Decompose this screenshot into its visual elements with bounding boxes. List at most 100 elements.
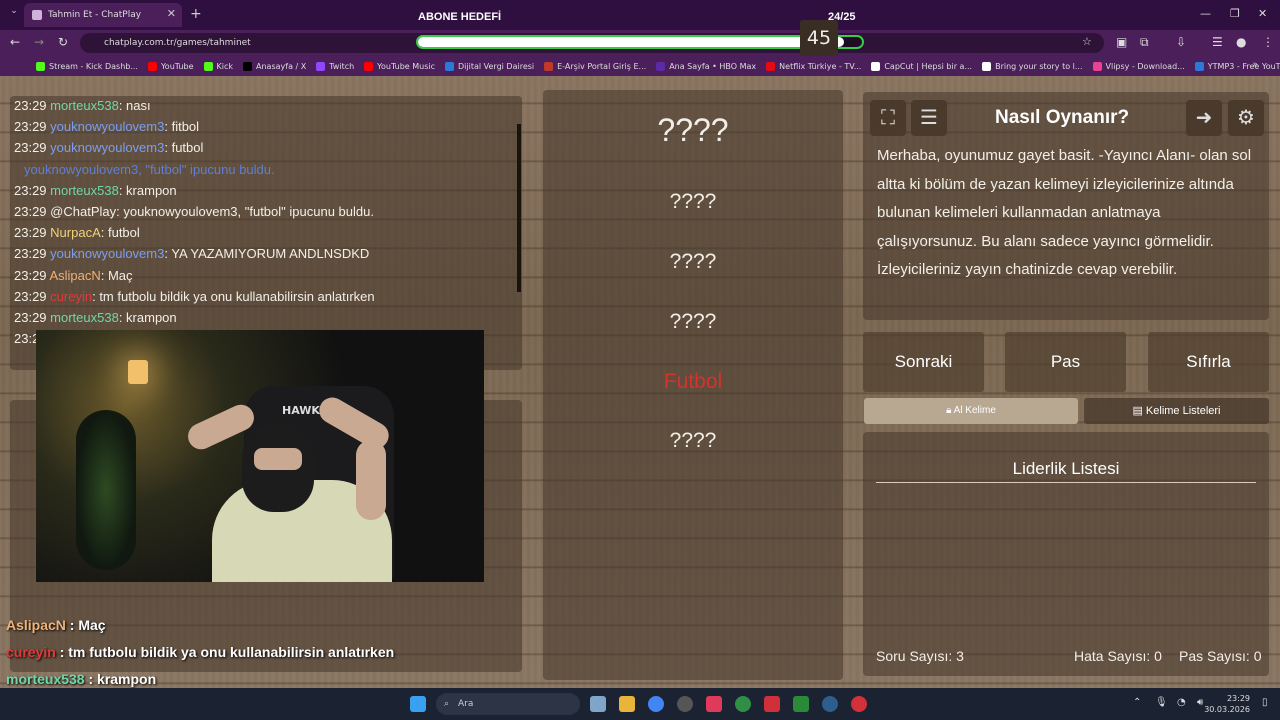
lamp-decoration [128, 360, 148, 384]
wifi-icon[interactable]: ◔ [1177, 697, 1186, 708]
close-window-button[interactable]: ✕ [1258, 7, 1267, 20]
browser-tab[interactable]: Tahmin Et - ChatPlay ✕ [24, 3, 182, 27]
bookmark-item[interactable]: YTMP3 - Free YouTu... [1194, 61, 1280, 71]
new-tab-button[interactable]: + [190, 6, 202, 22]
file-explorer-icon[interactable] [619, 696, 635, 712]
streamer-forearm [356, 440, 386, 520]
chat-username[interactable]: NurpacA [50, 225, 101, 240]
lock-icon: 🔒︎ [946, 405, 954, 416]
bookmark-item[interactable]: Bring your story to l... [982, 61, 1083, 71]
chat-time: 23:29 [14, 182, 47, 198]
forward-icon[interactable]: → [34, 35, 44, 49]
notes-icon[interactable]: ☰ [911, 100, 947, 136]
bookmark-item[interactable]: Twitch [316, 61, 354, 71]
bookmark-label: CapCut | Hepsi bir a... [884, 61, 973, 71]
bookmark-favicon-icon [445, 61, 455, 71]
bookmark-item[interactable]: Stream - Kick Dashb... [36, 61, 138, 71]
steam-icon[interactable] [822, 696, 838, 712]
app-record-icon[interactable] [851, 696, 867, 712]
leaderboard-title: Liderlik Listesi [1012, 459, 1120, 478]
chat-username[interactable]: morteux538 [50, 310, 119, 325]
bookmark-item[interactable]: Kick [203, 61, 234, 71]
chrome-icon[interactable] [648, 696, 664, 712]
gear-icon[interactable]: ⚙ [1228, 100, 1264, 136]
app-red-icon[interactable] [706, 696, 722, 712]
bookmarks-more-icon[interactable]: » [1252, 60, 1258, 70]
bookmark-item[interactable]: E-Arşiv Portal Giriş E... [544, 61, 646, 71]
download-icon[interactable]: ⇩ [1176, 35, 1186, 49]
obs-icon[interactable] [677, 696, 693, 712]
pass-button[interactable]: Pas [1005, 332, 1126, 392]
tab-favicon-icon [32, 10, 42, 20]
volume-icon[interactable]: 🔊︎ [1197, 697, 1203, 708]
maximize-button[interactable]: ❐ [1230, 7, 1240, 20]
error-count: Hata Sayısı: 0 [1074, 648, 1162, 664]
chat-username[interactable]: AslipacN [49, 268, 100, 283]
minimize-button[interactable]: — [1200, 7, 1211, 20]
taskbar: ⌕ Ara ⌃ 🎙︎ ◔ 🔊︎ 23:29 30.03.2026 ▯ [0, 688, 1280, 720]
notification-icon[interactable]: ▯ [1262, 697, 1268, 708]
bookmark-item[interactable]: Netflix Türkiye - TV... [766, 61, 861, 71]
taskbar-search-placeholder: Ara [458, 699, 474, 709]
bookmark-item[interactable]: Ana Sayfa • HBO Max [656, 61, 756, 71]
question-count: Soru Sayısı: 3 [876, 648, 964, 664]
search-icon: ⌕ [444, 699, 450, 709]
bookmark-favicon-icon [982, 61, 992, 71]
bookmark-favicon-icon [1092, 61, 1102, 71]
bookmark-label: YouTube [160, 61, 194, 71]
xbox-app-icon[interactable] [793, 696, 809, 712]
bookmark-label: Kick [216, 61, 234, 71]
reset-button[interactable]: Sıfırla [1148, 332, 1269, 392]
bookmark-favicon-icon [364, 61, 374, 71]
puzzle-icon[interactable]: ⧉ [1140, 35, 1149, 50]
extension-icon[interactable]: ▣ [1116, 35, 1127, 49]
chat-username[interactable]: youknowyoulovem3, [24, 162, 142, 177]
chat-username[interactable]: youknowyoulovem3 [50, 140, 164, 155]
chat-username[interactable]: morteux538 [50, 183, 119, 198]
overlay-chat-message: morteux538 : krampon [6, 671, 156, 687]
bookmark-item[interactable]: Anasayfa / X [243, 61, 306, 71]
browser-menu-icon[interactable]: ⋮ [1262, 35, 1274, 49]
chat-username[interactable]: morteux538 [50, 98, 119, 113]
bookmark-label: Vlipsy - Download... [1105, 61, 1185, 71]
start-icon[interactable] [410, 696, 426, 712]
word-lists-button[interactable]: ▤ Kelime Listeleri [1084, 398, 1269, 424]
reload-icon[interactable]: ↻ [58, 35, 68, 49]
chat-scrollbar[interactable] [517, 124, 521, 292]
back-icon[interactable]: ← [10, 35, 20, 49]
bookmark-item[interactable]: CapCut | Hepsi bir a... [871, 61, 973, 71]
taskbar-clock[interactable]: 23:29 30.03.2026 [1204, 693, 1250, 715]
bookmark-item[interactable]: YouTube [147, 61, 194, 71]
fullscreen-icon[interactable]: ⛶ [870, 100, 906, 136]
chat-username[interactable]: youknowyoulovem3 [50, 119, 164, 134]
tab-close-icon[interactable]: ✕ [167, 7, 176, 20]
profile-avatar[interactable]: ● [1236, 35, 1246, 49]
bookmark-item[interactable]: YouTube Music [364, 61, 435, 71]
chat-message: 23:29 youknowyoulovem3: fitbol [14, 119, 199, 134]
bookmark-label: Bring your story to l... [995, 61, 1083, 71]
app-adobe-icon[interactable] [764, 696, 780, 712]
exit-icon[interactable]: ➜ [1186, 100, 1222, 136]
chat-time: 23:29 [14, 246, 47, 262]
overlay-text: : Maç [65, 617, 106, 633]
bookmark-item[interactable]: Vlipsy - Download... [1092, 61, 1185, 71]
media-icon[interactable]: ☰ [1212, 35, 1223, 49]
taskbar-search[interactable]: ⌕ Ara [436, 693, 580, 715]
chat-message: youknowyoulovem3, "futbol" ipucunu buldu… [24, 162, 275, 177]
get-word-button[interactable]: 🔒︎ Al Kelime [864, 398, 1078, 424]
chat-time: 23:29 [14, 267, 47, 283]
tray-chevron-icon[interactable]: ⌃ [1133, 697, 1141, 708]
microphone-icon[interactable]: 🎙︎ [1155, 697, 1168, 708]
bookmark-star-icon[interactable]: ☆ [1082, 35, 1092, 48]
next-button[interactable]: Sonraki [863, 332, 984, 392]
chat-text: : krampon [118, 182, 177, 198]
chat-text: : tm futbolu bildik ya onu kullanabilirs… [92, 288, 375, 304]
tab-search-button[interactable]: ⌄ [6, 6, 22, 22]
settings-app-icon[interactable] [590, 696, 606, 712]
chat-username[interactable]: cureyin [50, 289, 92, 304]
bookmark-item[interactable]: Dijital Vergi Dairesi [445, 61, 534, 71]
xbox-icon[interactable] [735, 696, 751, 712]
chat-username[interactable]: youknowyoulovem3 [50, 246, 164, 261]
bookmark-favicon-icon [544, 61, 554, 71]
pass-count: Pas Sayısı: 0 [1179, 648, 1262, 664]
